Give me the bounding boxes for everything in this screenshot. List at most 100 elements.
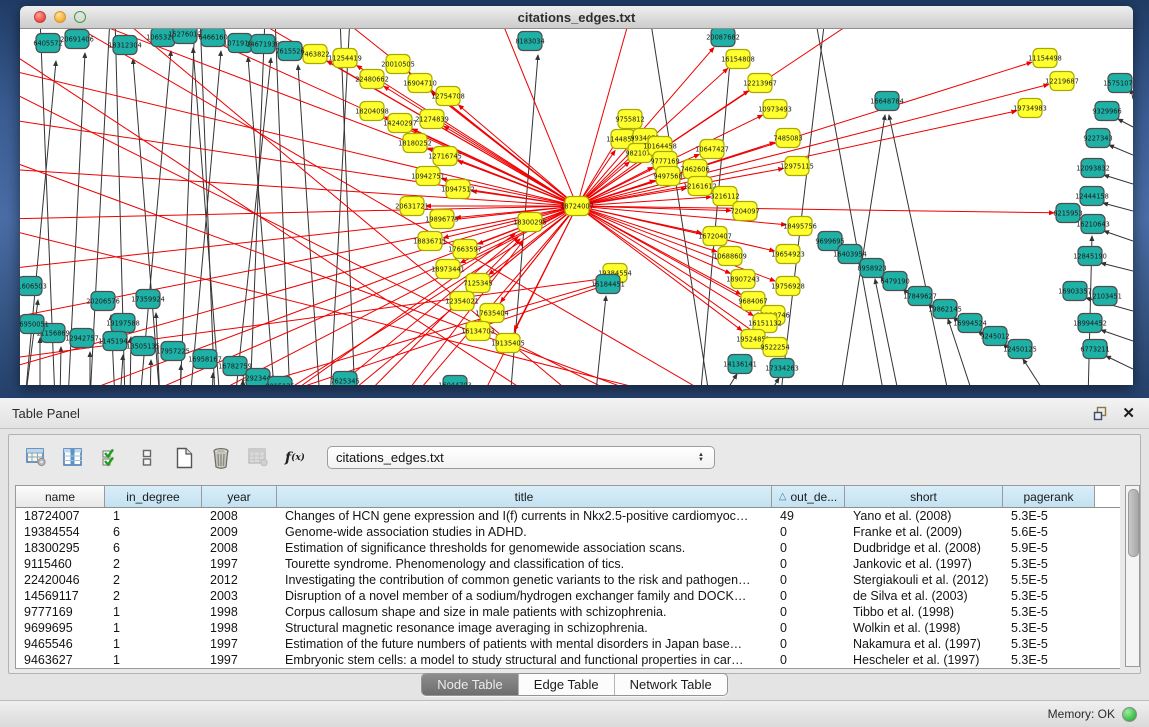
network-view-window[interactable]: citations_edges.txt 11254419224806622001… [20, 6, 1133, 385]
table-scrollbar-thumb[interactable] [1128, 489, 1139, 557]
graph-node-label: 12093832 [1076, 164, 1110, 172]
graph-node-label: 20087682 [706, 33, 740, 41]
close-panel-icon[interactable]: ✕ [1122, 406, 1135, 421]
graph-node-label: 7204097 [730, 207, 759, 215]
cell-short: Franke et al. (2009) [845, 524, 1003, 540]
memory-ok-led-icon[interactable] [1122, 707, 1137, 722]
table-toolbar: f(x) citations_edges.txt ▲▼ [9, 435, 1140, 479]
column-header-short[interactable]: short [845, 486, 1003, 507]
cell-short: Nakamura et al. (1997) [845, 636, 1003, 652]
tab-edge-table[interactable]: Edge Table [518, 674, 614, 695]
cell-out_de: 0 [772, 604, 845, 620]
zoom-window-icon[interactable] [74, 11, 86, 23]
cell-short: Dudbridge et al. (2008) [845, 540, 1003, 556]
node-table[interactable]: namein_degreeyeartitle△out_de...shortpag… [15, 485, 1120, 669]
cell-pagerank: 5.9E-5 [1003, 540, 1095, 556]
select-all-icon[interactable] [99, 447, 121, 469]
minimize-window-icon[interactable] [54, 11, 66, 23]
cell-year: 2012 [202, 572, 277, 588]
cell-name: 22420046 [16, 572, 105, 588]
cell-in_degree: 2 [105, 588, 202, 604]
float-panel-icon[interactable] [1093, 406, 1108, 421]
graph-node-label: 7125345 [463, 279, 492, 287]
graph-node-label: 9522254 [760, 343, 789, 351]
cell-name: 19384554 [16, 524, 105, 540]
graph-node-label: 19734983 [1013, 104, 1047, 112]
cell-in_degree: 6 [105, 540, 202, 556]
network-canvas[interactable]: 1125441922480662200105051690471012754708… [20, 29, 1133, 385]
network-desktop: citations_edges.txt 11254419224806622001… [0, 0, 1149, 398]
table-row[interactable]: 911546021997Tourette syndrome. Phenomeno… [16, 556, 1120, 572]
window-title: citations_edges.txt [518, 10, 636, 25]
graph-node-label: 12444158 [1075, 192, 1109, 200]
table-header-row: namein_degreeyeartitle△out_de...shortpag… [16, 486, 1120, 508]
cell-pagerank: 5.3E-5 [1003, 556, 1095, 572]
graph-node-label: 17849627 [903, 292, 937, 300]
cell-short: Yano et al. (2008) [845, 508, 1003, 524]
graph-node-label: 11254419 [328, 54, 362, 62]
cell-title: Structural magnetic resonance image aver… [277, 620, 772, 636]
graph-node-label: 8958923 [857, 264, 886, 272]
cell-title: Genome-wide association studies in ADHD. [277, 524, 772, 540]
cell-pagerank: 5.5E-5 [1003, 572, 1095, 588]
graph-node-label: 6405572 [33, 39, 62, 47]
graph-node-label: 16994524 [953, 319, 987, 327]
network-graph[interactable]: 1125441922480662200105051690471012754708… [20, 29, 1133, 385]
table-row[interactable]: 946362711997Embryonic stem cells: a mode… [16, 652, 1120, 668]
graph-node-label: 9329966 [1092, 107, 1121, 115]
cell-in_degree: 1 [105, 620, 202, 636]
column-header-title[interactable]: title [277, 486, 772, 507]
cell-short: Wolkin et al. (1998) [845, 620, 1003, 636]
cell-year: 1998 [202, 620, 277, 636]
table-row[interactable]: 1938455462009Genome-wide association stu… [16, 524, 1120, 540]
graph-node-label: 16950051 [20, 320, 49, 328]
cell-pagerank: 5.3E-5 [1003, 604, 1095, 620]
table-settings-icon[interactable] [25, 447, 47, 469]
table-row[interactable]: 1456911722003Disruption of a novel membe… [16, 588, 1120, 604]
graph-node-label: 12845190 [1073, 252, 1107, 260]
table-row[interactable]: 2242004622012Investigating the contribut… [16, 572, 1120, 588]
table-panel-title: Table Panel [0, 406, 1093, 421]
graph-node-label: 3216112 [710, 192, 739, 200]
graph-node-label: 21606503 [20, 282, 47, 290]
graph-node-label: 17359924 [131, 295, 165, 303]
table-scrollbar[interactable] [1125, 485, 1140, 667]
graph-node-label: 17957225 [156, 347, 190, 355]
column-header-pagerank[interactable]: pagerank [1003, 486, 1095, 507]
graph-node-label: 12754708 [431, 92, 465, 100]
table-select-dropdown[interactable]: citations_edges.txt ▲▼ [327, 446, 715, 469]
selection-mode-icon[interactable] [136, 447, 158, 469]
graph-node-label: 18312304 [108, 41, 142, 49]
cell-name: 9115460 [16, 556, 105, 572]
column-header-out_de[interactable]: △out_de... [772, 486, 845, 507]
column-header-in_degree[interactable]: in_degree [105, 486, 202, 507]
graph-node-label: 18180252 [398, 139, 432, 147]
graph-node-label: 9699695 [815, 237, 844, 245]
cell-name: 18300295 [16, 540, 105, 556]
table-row[interactable]: 977716911998Corpus callosum shape and si… [16, 604, 1120, 620]
graph-node-label: 9245012 [980, 332, 1009, 340]
graph-node-label: 10947512 [441, 185, 475, 193]
close-window-icon[interactable] [34, 11, 46, 23]
table-row[interactable]: 969969511998Structural magnetic resonanc… [16, 620, 1120, 636]
table-row[interactable]: 946554611997Estimation of the future num… [16, 636, 1120, 652]
select-columns-icon[interactable] [62, 447, 84, 469]
graph-node-label: 12354021 [445, 297, 479, 305]
table-row[interactable]: 1830029562008Estimation of significance … [16, 540, 1120, 556]
graph-node-label: 16904710 [403, 79, 437, 87]
column-header-name[interactable]: name [16, 486, 105, 507]
tab-network-table[interactable]: Network Table [614, 674, 727, 695]
cell-pagerank: 5.3E-5 [1003, 620, 1095, 636]
graph-node-label: 8215953 [1053, 209, 1082, 217]
column-header-year[interactable]: year [202, 486, 277, 507]
new-document-icon[interactable] [173, 447, 195, 469]
cell-short: Hescheler et al. (1997) [845, 652, 1003, 668]
graph-node-label: 10164458 [643, 142, 677, 150]
table-panel-header: Table Panel ✕ [0, 398, 1149, 429]
delete-table-icon[interactable] [210, 447, 232, 469]
table-row[interactable]: 1872400712008Changes of HCN gene express… [16, 508, 1120, 524]
tab-node-table[interactable]: Node Table [422, 674, 518, 695]
window-titlebar[interactable]: citations_edges.txt [20, 6, 1133, 29]
graph-node-label: 18994452 [1073, 319, 1107, 327]
function-builder-icon[interactable]: f(x) [284, 447, 306, 469]
